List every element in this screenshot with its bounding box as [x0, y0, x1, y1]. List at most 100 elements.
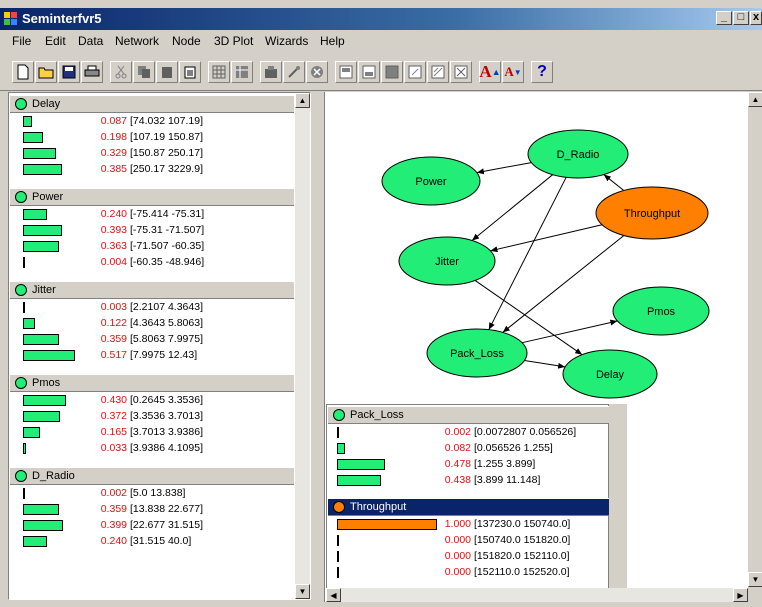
- help-label: ?: [537, 63, 547, 80]
- state-probability: 0.003: [100, 301, 127, 313]
- node-header-delay[interactable]: Delay: [10, 95, 294, 113]
- state-probability: 0.399: [100, 519, 127, 531]
- graph-scrollbar[interactable]: ▲ ▼: [748, 92, 762, 602]
- menu-edit[interactable]: Edit: [45, 34, 66, 48]
- copy-icon[interactable]: [133, 61, 155, 83]
- view2-icon[interactable]: [358, 61, 380, 83]
- help-icon[interactable]: ?: [531, 61, 553, 83]
- graph-node-delay[interactable]: Delay: [562, 349, 658, 399]
- graph-node-throughput[interactable]: Throughput: [595, 186, 709, 240]
- probability-bar: [23, 536, 47, 547]
- graph-node-label: D_Radio: [557, 149, 600, 161]
- view5-icon[interactable]: [427, 61, 449, 83]
- print-icon[interactable]: [81, 61, 103, 83]
- probability-bar: [337, 475, 381, 486]
- view4-icon[interactable]: [404, 61, 426, 83]
- node-name: Throughput: [350, 501, 407, 513]
- node-header-d_radio[interactable]: D_Radio: [10, 467, 294, 485]
- probability-bar: [23, 350, 75, 361]
- edge-throughput-to-jitter: [490, 224, 603, 253]
- state-range: [5.8063 7.9975]: [130, 333, 203, 345]
- font-smaller-icon[interactable]: A ▼: [502, 61, 524, 83]
- state-probability: 0.372: [100, 410, 127, 422]
- grid-icon[interactable]: [208, 61, 230, 83]
- probability-bar: [23, 504, 59, 515]
- close-button[interactable]: x: [750, 11, 762, 25]
- menu-help[interactable]: Help: [320, 34, 345, 48]
- open-folder-icon[interactable]: [35, 61, 57, 83]
- state-probability: 0.004: [100, 256, 127, 268]
- menu-data[interactable]: Data: [78, 34, 103, 48]
- graph-node-pmos[interactable]: Pmos: [612, 286, 710, 336]
- node-status-icon: [15, 470, 27, 482]
- probability-bar: [23, 334, 59, 345]
- node-header-pack_loss[interactable]: Pack_Loss: [328, 406, 609, 424]
- edge-d_radio-to-pack_loss: [488, 177, 567, 330]
- cut-icon[interactable]: [110, 61, 132, 83]
- state-range: [13.838 22.677]: [130, 503, 203, 515]
- scroll-right-button[interactable]: ▶: [733, 588, 748, 602]
- title-bar: Seminterfvr5 _ □ x: [0, 8, 762, 30]
- new-doc-icon[interactable]: [12, 61, 34, 83]
- graph-node-jitter[interactable]: Jitter: [398, 236, 496, 286]
- menu-node[interactable]: Node: [172, 34, 201, 48]
- node-status-icon: [15, 377, 27, 389]
- save-icon[interactable]: [58, 61, 80, 83]
- graph-node-label: Pack_Loss: [450, 348, 504, 360]
- state-probability: 0.478: [444, 458, 471, 470]
- graph-node-power[interactable]: Power: [381, 156, 481, 206]
- table-icon[interactable]: [231, 61, 253, 83]
- node-name: D_Radio: [32, 470, 75, 482]
- view1-icon[interactable]: [335, 61, 357, 83]
- probability-bar: [23, 225, 62, 236]
- font-larger-icon[interactable]: A ▲: [479, 61, 501, 83]
- state-range: [-75.31 -71.507]: [130, 224, 205, 236]
- menu-3d-plot[interactable]: 3D Plot: [214, 34, 253, 48]
- node-name: Delay: [32, 98, 61, 110]
- graph-hscrollbar[interactable]: ◀ ▶: [326, 588, 748, 602]
- view3-icon[interactable]: [381, 61, 403, 83]
- state-range: [-60.35 -48.946]: [130, 256, 205, 268]
- state-probability: 0.359: [100, 503, 127, 515]
- wand-icon[interactable]: [283, 61, 305, 83]
- node-name: Power: [32, 191, 64, 203]
- state-probability: 0.359: [100, 333, 127, 345]
- state-probability: 0.198: [100, 131, 127, 143]
- graph-node-pack_loss[interactable]: Pack_Loss: [426, 328, 528, 378]
- node-status-icon: [333, 501, 345, 513]
- state-probability: 0.033: [100, 442, 127, 454]
- state-range: [150.87 250.17]: [130, 147, 203, 159]
- menu-wizards[interactable]: Wizards: [265, 34, 308, 48]
- graph-node-label: Power: [415, 176, 447, 188]
- state-probability: 0.165: [100, 426, 127, 438]
- node-status-icon: [15, 284, 27, 296]
- node-header-power[interactable]: Power: [10, 188, 294, 206]
- stop-icon[interactable]: [306, 61, 328, 83]
- graph-node-d_radio[interactable]: D_Radio: [527, 129, 629, 179]
- node-status-icon: [15, 191, 27, 203]
- probability-bar: [337, 551, 339, 562]
- probability-bar: [23, 427, 40, 438]
- scroll-down-button[interactable]: ▼: [295, 584, 310, 599]
- clipboard-icon[interactable]: [179, 61, 201, 83]
- paste-icon[interactable]: [156, 61, 178, 83]
- state-range: [0.056526 1.255]: [474, 442, 553, 454]
- probability-bar: [23, 164, 62, 175]
- graph-scroll-down-button[interactable]: ▼: [748, 572, 762, 587]
- probability-bar: [23, 209, 47, 220]
- view6-icon[interactable]: [450, 61, 472, 83]
- maximize-button[interactable]: □: [733, 11, 749, 25]
- scroll-up-button[interactable]: ▲: [295, 93, 310, 108]
- node-header-jitter[interactable]: Jitter: [10, 281, 294, 299]
- node-monitor-panel: Delay 0.087 [74.032 107.19] 0.198 [107.19 15…: [8, 92, 311, 600]
- menu-file[interactable]: File: [12, 34, 31, 48]
- minimize-button[interactable]: _: [716, 11, 732, 25]
- left-scrollbar[interactable]: ▲ ▼: [295, 93, 310, 599]
- menu-network[interactable]: Network: [115, 34, 159, 48]
- scroll-left-button[interactable]: ◀: [326, 588, 341, 602]
- graph-scroll-up-button[interactable]: ▲: [748, 92, 762, 107]
- window-title: Seminterfvr5: [22, 11, 102, 26]
- node-icon[interactable]: [260, 61, 282, 83]
- node-header-pmos[interactable]: Pmos: [10, 374, 294, 392]
- node-header-throughput[interactable]: Throughput: [328, 498, 609, 516]
